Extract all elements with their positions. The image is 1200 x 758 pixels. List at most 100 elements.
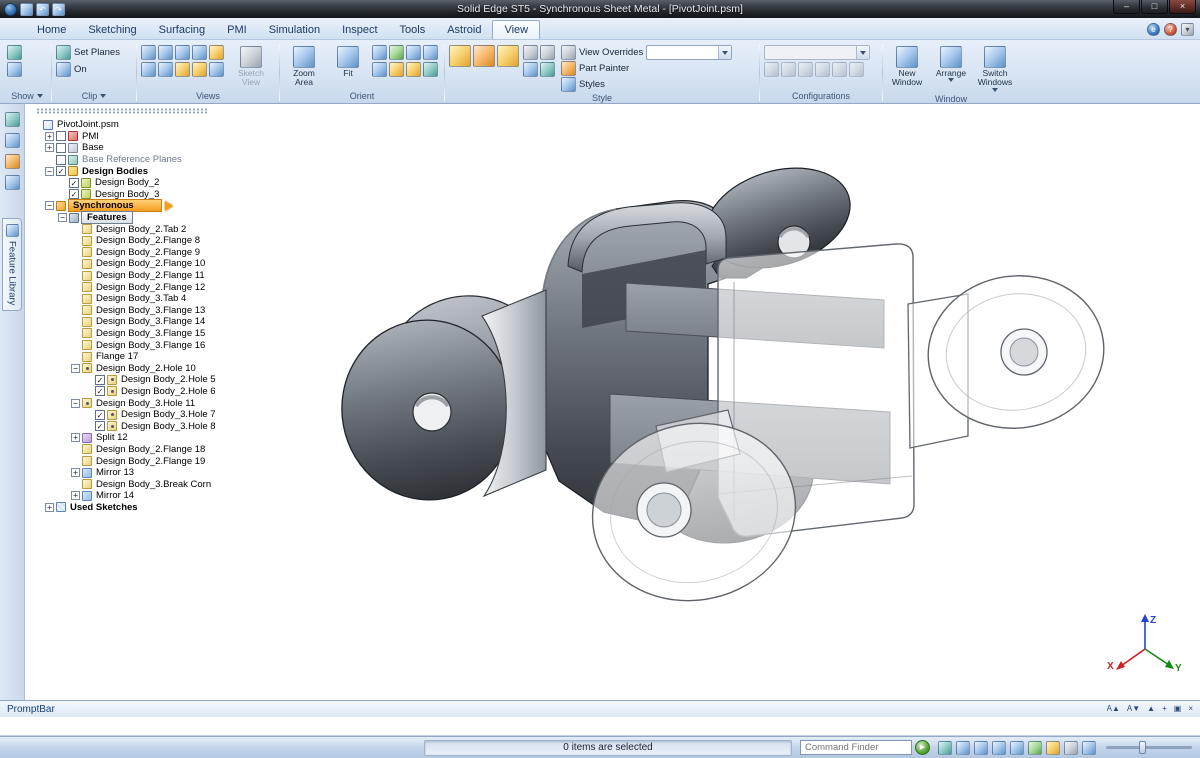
left-view-icon[interactable]	[192, 45, 207, 60]
tab-surfacing[interactable]: Surfacing	[148, 21, 216, 39]
visibility-checkbox[interactable]: ✓	[69, 189, 79, 199]
common-views-icon[interactable]	[1046, 741, 1060, 755]
feature-library-icon[interactable]	[5, 112, 20, 127]
zoom-slider-track[interactable]	[1106, 746, 1192, 749]
arrange-button[interactable]: Arrange	[931, 45, 971, 83]
combo-dropdown-button[interactable]	[718, 46, 731, 59]
named-views-icon[interactable]	[406, 62, 421, 77]
font-decrease-icon[interactable]: A▼	[1127, 705, 1140, 713]
collapse-promptbar-icon[interactable]: ▲	[1147, 705, 1155, 713]
configurations-combo[interactable]	[764, 45, 870, 60]
visibility-checkbox[interactable]: ✓	[56, 166, 66, 176]
tab-pmi[interactable]: PMI	[216, 21, 258, 39]
top-view-icon[interactable]	[158, 45, 173, 60]
visibility-checkbox[interactable]: ✓	[69, 178, 79, 188]
rotate-icon[interactable]	[1028, 741, 1042, 755]
save-icon[interactable]	[20, 3, 33, 16]
redo-icon[interactable]: ↷	[52, 3, 65, 16]
pan-icon[interactable]	[372, 45, 387, 60]
switch-windows-button[interactable]: Switch Windows	[975, 45, 1015, 93]
window-layout-icon[interactable]	[1082, 741, 1096, 755]
config-rename-icon[interactable]	[815, 62, 830, 77]
tree-item-design-body-3-break-corn[interactable]: Design Body_3.Break Corn	[28, 478, 240, 490]
visibility-checkbox[interactable]: ✓	[95, 386, 105, 396]
ribbon-options-icon[interactable]: ▾	[1181, 23, 1194, 36]
expand-icon[interactable]: +	[45, 143, 54, 152]
config-update-icon[interactable]	[832, 62, 847, 77]
zoom-area-button[interactable]: Zoom Area	[284, 45, 324, 89]
collapse-icon[interactable]: −	[58, 213, 67, 222]
tree-item-pivotjoint-psm[interactable]: PivotJoint.psm	[28, 119, 240, 131]
tree-item-design-body-2-flange-12[interactable]: Design Body_2.Flange 12	[28, 281, 240, 293]
tree-item-design-body-3-flange-14[interactable]: Design Body_3.Flange 14	[28, 316, 240, 328]
tree-item-mirror-14[interactable]: +Mirror 14	[28, 490, 240, 502]
zoom-icon[interactable]	[423, 45, 438, 60]
tree-item-split-12[interactable]: +Split 12	[28, 432, 240, 444]
zoom-out-icon[interactable]	[372, 62, 387, 77]
expand-prompt-icon[interactable]: +	[1162, 705, 1167, 713]
visibility-checkbox[interactable]	[56, 155, 66, 165]
fit-button[interactable]: Fit	[328, 45, 368, 79]
clip-group-label[interactable]: Clip	[56, 90, 132, 103]
tree-item-design-bodies[interactable]: −✓Design Bodies	[28, 165, 240, 177]
view-styles-icon[interactable]	[1064, 741, 1078, 755]
visibility-checkbox[interactable]	[56, 143, 66, 153]
font-increase-icon[interactable]: A▲	[1107, 705, 1120, 713]
visible-edges-style-icon[interactable]	[449, 45, 471, 67]
show-planes-icon[interactable]	[7, 45, 22, 60]
tree-item-design-body-2-flange-10[interactable]: Design Body_2.Flange 10	[28, 258, 240, 270]
web-help-icon[interactable]: e	[1147, 23, 1160, 36]
shaded-with-edges-style-icon[interactable]	[473, 45, 495, 67]
perspective-icon[interactable]	[523, 62, 538, 77]
expand-icon[interactable]: +	[71, 433, 80, 442]
visibility-checkbox[interactable]: ✓	[95, 421, 105, 431]
select-filter-icon[interactable]	[938, 741, 952, 755]
rotate-icon[interactable]	[389, 45, 404, 60]
tree-item-pmi[interactable]: +PMI	[28, 131, 240, 143]
view-overrides-label[interactable]: View Overrides	[579, 47, 643, 58]
expand-icon[interactable]: +	[45, 503, 54, 512]
clip-on-button[interactable]: On	[56, 62, 87, 77]
view-overrides-combo[interactable]	[646, 45, 732, 60]
iso-view-icon[interactable]	[209, 45, 224, 60]
set-planes-button[interactable]: Set Planes	[56, 45, 120, 60]
part-painter-button[interactable]: Part Painter	[561, 61, 732, 76]
panel-drag-handle[interactable]	[36, 108, 208, 114]
wireframe-style-icon[interactable]	[523, 45, 538, 60]
tree-item-features[interactable]: −Features	[28, 212, 240, 224]
tree-item-design-body-2-flange-19[interactable]: Design Body_2.Flange 19	[28, 455, 240, 467]
tab-view[interactable]: View	[492, 20, 540, 39]
sensors-icon[interactable]	[5, 175, 20, 190]
tab-sketching[interactable]: Sketching	[77, 21, 147, 39]
command-finder-go-button[interactable]: ▶	[915, 740, 930, 755]
command-finder-input[interactable]	[800, 740, 912, 755]
collapse-icon[interactable]: −	[45, 167, 54, 176]
bottom-view-icon[interactable]	[158, 62, 173, 77]
tree-item-design-body-3-tab-4[interactable]: Design Body_3.Tab 4	[28, 293, 240, 305]
help-icon[interactable]: ?	[1164, 23, 1177, 36]
minimize-button[interactable]: –	[1113, 0, 1140, 14]
tree-item-design-body-2-flange-8[interactable]: Design Body_2.Flange 8	[28, 235, 240, 247]
shaded-style-icon[interactable]	[497, 45, 519, 67]
config-delete-icon[interactable]	[798, 62, 813, 77]
show-toggle-icon[interactable]	[7, 62, 22, 77]
previous-view-icon[interactable]	[389, 62, 404, 77]
tab-inspect[interactable]: Inspect	[331, 21, 388, 39]
tree-item-design-body-2-hole-6[interactable]: ✓Design Body_2.Hole 6	[28, 386, 240, 398]
fit-icon[interactable]	[992, 741, 1006, 755]
config-activate-icon[interactable]	[764, 62, 779, 77]
front-view-icon[interactable]	[141, 45, 156, 60]
look-at-face-icon[interactable]	[406, 45, 421, 60]
view-manager-icon[interactable]	[209, 62, 224, 77]
tree-item-design-body-3-hole-11[interactable]: −Design Body_3.Hole 11	[28, 397, 240, 409]
combo-dropdown-button[interactable]	[856, 46, 869, 59]
config-save-icon[interactable]	[781, 62, 796, 77]
tree-item-design-body-3-flange-16[interactable]: Design Body_3.Flange 16	[28, 339, 240, 351]
hidden-edges-style-icon[interactable]	[540, 45, 555, 60]
tree-item-design-body-2-flange-11[interactable]: Design Body_2.Flange 11	[28, 270, 240, 282]
tree-item-design-body-2-tab-2[interactable]: Design Body_2.Tab 2	[28, 223, 240, 235]
undo-icon[interactable]: ↶	[36, 3, 49, 16]
tree-item-base-reference-planes[interactable]: Base Reference Planes	[28, 154, 240, 166]
tree-item-design-body-3-flange-15[interactable]: Design Body_3.Flange 15	[28, 328, 240, 340]
styles-button[interactable]: Styles	[561, 77, 732, 92]
